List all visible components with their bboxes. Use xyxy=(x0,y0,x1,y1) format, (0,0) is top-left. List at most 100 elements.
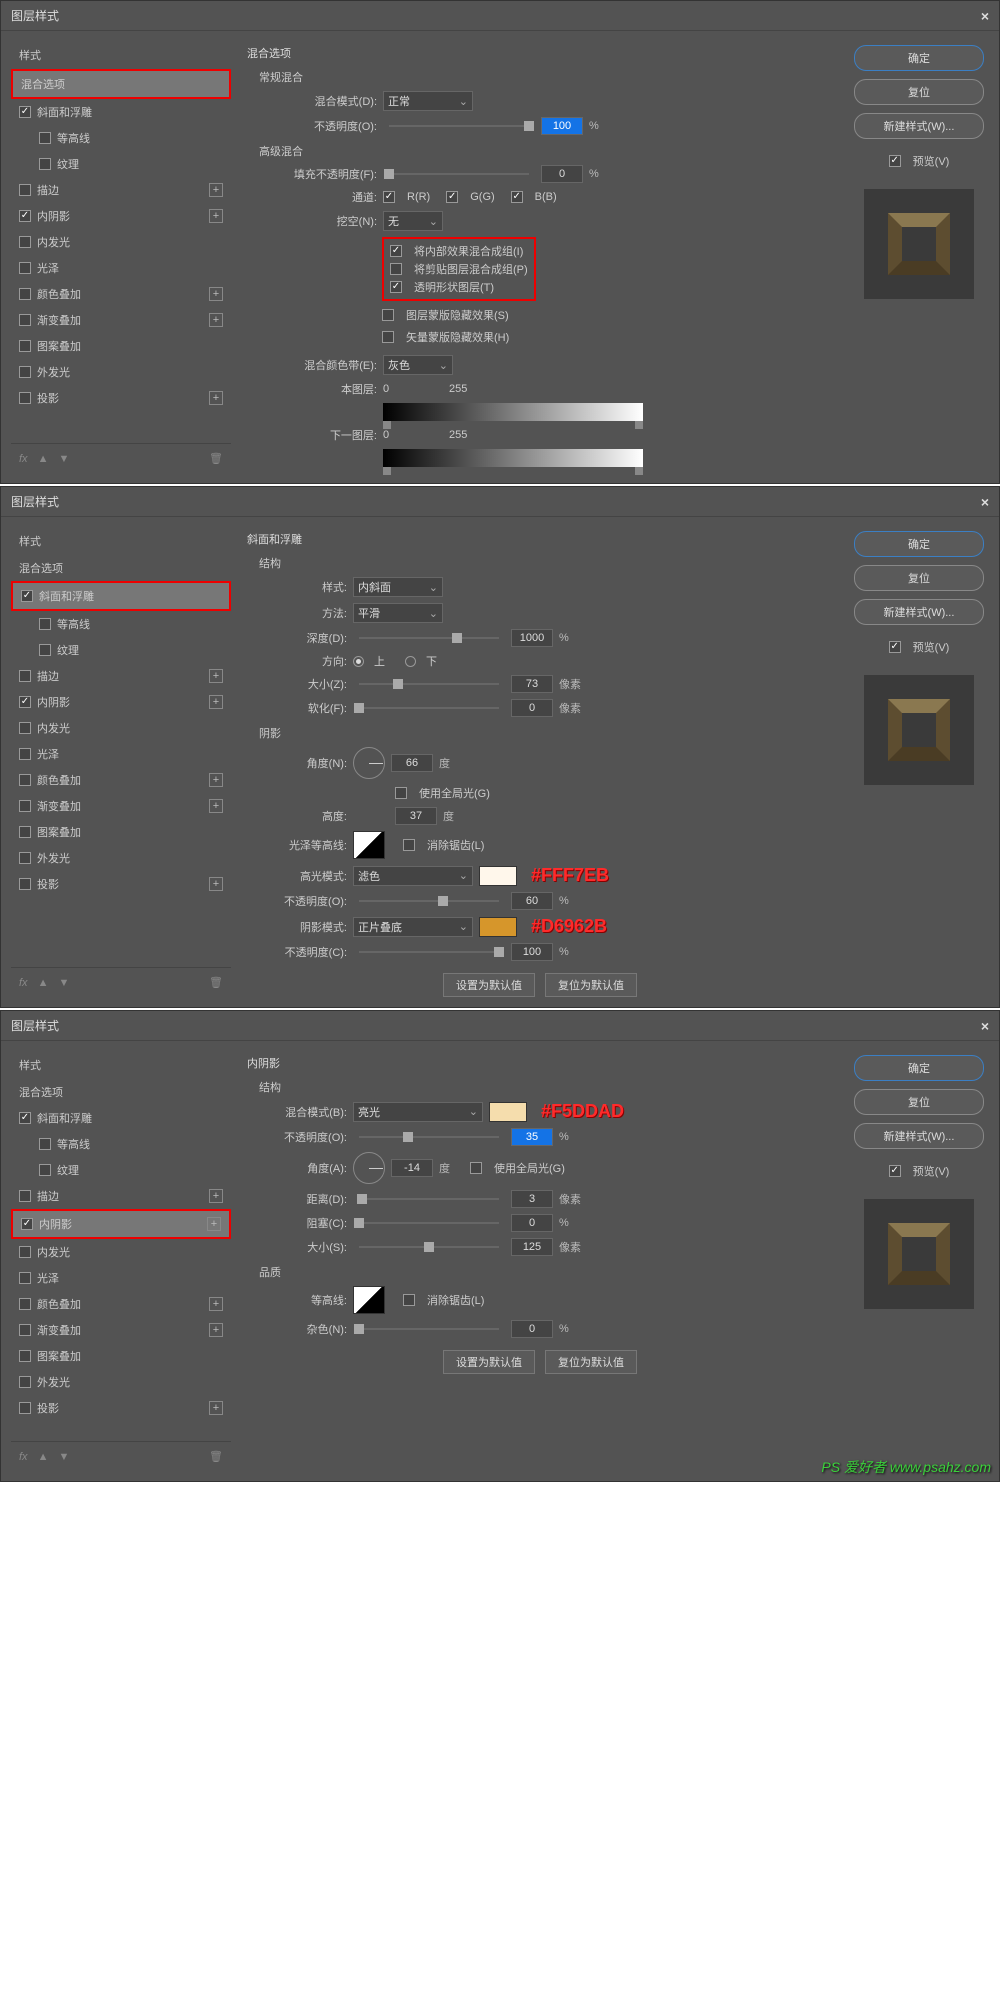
trash-icon[interactable]: 🗑 xyxy=(209,1450,223,1463)
add-icon[interactable]: + xyxy=(209,183,223,197)
checkbox-icon[interactable] xyxy=(39,644,51,656)
highlight-mode-select[interactable]: 滤色 xyxy=(353,866,473,886)
trash-icon[interactable]: 🗑 xyxy=(209,452,223,465)
inner-glow-item[interactable]: 内发光 xyxy=(11,1239,231,1265)
blend-clipped-checkbox[interactable] xyxy=(390,263,402,275)
arrow-up-icon[interactable]: ▲ xyxy=(38,1451,49,1463)
distance-input[interactable]: 3 xyxy=(511,1190,553,1208)
gradient-overlay-item[interactable]: 渐变叠加+ xyxy=(11,1317,231,1343)
add-icon[interactable]: + xyxy=(209,695,223,709)
angle-dial[interactable] xyxy=(353,1152,385,1184)
ok-button[interactable]: 确定 xyxy=(854,1055,984,1081)
reset-button[interactable]: 复位 xyxy=(854,565,984,591)
satin-item[interactable]: 光泽 xyxy=(11,255,231,281)
checkbox-icon[interactable] xyxy=(39,132,51,144)
size-input[interactable]: 73 xyxy=(511,675,553,693)
add-icon[interactable]: + xyxy=(209,313,223,327)
add-icon[interactable]: + xyxy=(209,1189,223,1203)
add-icon[interactable]: + xyxy=(209,877,223,891)
reset-default-button[interactable]: 复位为默认值 xyxy=(545,1350,637,1374)
angle-dial[interactable] xyxy=(353,747,385,779)
checkbox-icon[interactable] xyxy=(19,696,31,708)
checkbox-icon[interactable] xyxy=(19,106,31,118)
depth-input[interactable]: 1000 xyxy=(511,629,553,647)
checkbox-icon[interactable] xyxy=(19,210,31,222)
inner-shadow-item[interactable]: 内阴影+ xyxy=(11,689,231,715)
preview-checkbox[interactable] xyxy=(889,1165,901,1177)
preview-checkbox[interactable] xyxy=(889,641,901,653)
bevel-item[interactable]: 斜面和浮雕 xyxy=(11,1105,231,1131)
add-icon[interactable]: + xyxy=(209,1297,223,1311)
contour-item[interactable]: 等高线 xyxy=(11,611,231,637)
arrow-down-icon[interactable]: ▼ xyxy=(58,1451,69,1463)
contour-item[interactable]: 等高线 xyxy=(11,1131,231,1157)
texture-item[interactable]: 纹理 xyxy=(11,637,231,663)
transparency-shapes-checkbox[interactable] xyxy=(390,281,402,293)
checkbox-icon[interactable] xyxy=(19,236,31,248)
reset-button[interactable]: 复位 xyxy=(854,1089,984,1115)
add-icon[interactable]: + xyxy=(207,1217,221,1231)
shadow-color-swatch[interactable] xyxy=(489,1102,527,1122)
checkbox-icon[interactable] xyxy=(19,1402,31,1414)
close-icon[interactable]: × xyxy=(981,1018,989,1034)
inner-glow-item[interactable]: 内发光 xyxy=(11,229,231,255)
add-icon[interactable]: + xyxy=(209,287,223,301)
checkbox-icon[interactable] xyxy=(19,1246,31,1258)
checkbox-icon[interactable] xyxy=(19,800,31,812)
checkbox-icon[interactable] xyxy=(19,262,31,274)
opacity-input[interactable]: 100 xyxy=(541,117,583,135)
blending-options-item[interactable]: 混合选项 xyxy=(11,69,231,99)
texture-item[interactable]: 纹理 xyxy=(11,151,231,177)
gradient-overlay-item[interactable]: 渐变叠加+ xyxy=(11,793,231,819)
blend-mode-select[interactable]: 正常 xyxy=(383,91,473,111)
fx-label[interactable]: fx xyxy=(19,1451,28,1463)
arrow-up-icon[interactable]: ▲ xyxy=(38,977,49,989)
opacity-slider[interactable] xyxy=(389,125,529,127)
inner-shadow-item[interactable]: 内阴影+ xyxy=(11,1209,231,1239)
preview-checkbox[interactable] xyxy=(889,155,901,167)
fx-label[interactable]: fx xyxy=(19,453,28,465)
arrow-down-icon[interactable]: ▼ xyxy=(58,453,69,465)
pattern-overlay-item[interactable]: 图案叠加 xyxy=(11,1343,231,1369)
pattern-overlay-item[interactable]: 图案叠加 xyxy=(11,819,231,845)
global-light-checkbox[interactable] xyxy=(470,1162,482,1174)
technique-select[interactable]: 平滑 xyxy=(353,603,443,623)
shadow-color-swatch[interactable] xyxy=(479,917,517,937)
global-light-checkbox[interactable] xyxy=(395,787,407,799)
arrow-up-icon[interactable]: ▲ xyxy=(38,453,49,465)
pattern-overlay-item[interactable]: 图案叠加 xyxy=(11,333,231,359)
anti-alias-checkbox[interactable] xyxy=(403,1294,415,1306)
add-icon[interactable]: + xyxy=(209,669,223,683)
add-icon[interactable]: + xyxy=(209,773,223,787)
checkbox-icon[interactable] xyxy=(19,852,31,864)
checkbox-icon[interactable] xyxy=(19,314,31,326)
channel-g-checkbox[interactable] xyxy=(446,191,458,203)
add-icon[interactable]: + xyxy=(209,209,223,223)
new-style-button[interactable]: 新建样式(W)... xyxy=(854,1123,984,1149)
angle-input[interactable]: 66 xyxy=(391,754,433,772)
new-style-button[interactable]: 新建样式(W)... xyxy=(854,113,984,139)
noise-slider[interactable] xyxy=(359,1328,499,1330)
texture-item[interactable]: 纹理 xyxy=(11,1157,231,1183)
checkbox-icon[interactable] xyxy=(19,774,31,786)
trash-icon[interactable]: 🗑 xyxy=(209,976,223,989)
checkbox-icon[interactable] xyxy=(19,1298,31,1310)
depth-slider[interactable] xyxy=(359,637,499,639)
layer-mask-hide-checkbox[interactable] xyxy=(382,309,394,321)
anti-alias-checkbox[interactable] xyxy=(403,839,415,851)
add-icon[interactable]: + xyxy=(209,799,223,813)
shadow-opacity-slider[interactable] xyxy=(359,951,499,953)
angle-input[interactable]: -14 xyxy=(391,1159,433,1177)
choke-input[interactable]: 0 xyxy=(511,1214,553,1232)
channel-r-checkbox[interactable] xyxy=(383,191,395,203)
direction-up-radio[interactable] xyxy=(353,656,364,667)
size-input[interactable]: 125 xyxy=(511,1238,553,1256)
checkbox-icon[interactable] xyxy=(19,392,31,404)
outer-glow-item[interactable]: 外发光 xyxy=(11,1369,231,1395)
shadow-mode-select[interactable]: 正片叠底 xyxy=(353,917,473,937)
color-overlay-item[interactable]: 颜色叠加+ xyxy=(11,767,231,793)
checkbox-icon[interactable] xyxy=(19,340,31,352)
reset-default-button[interactable]: 复位为默认值 xyxy=(545,973,637,997)
fx-label[interactable]: fx xyxy=(19,977,28,989)
size-slider[interactable] xyxy=(359,1246,499,1248)
